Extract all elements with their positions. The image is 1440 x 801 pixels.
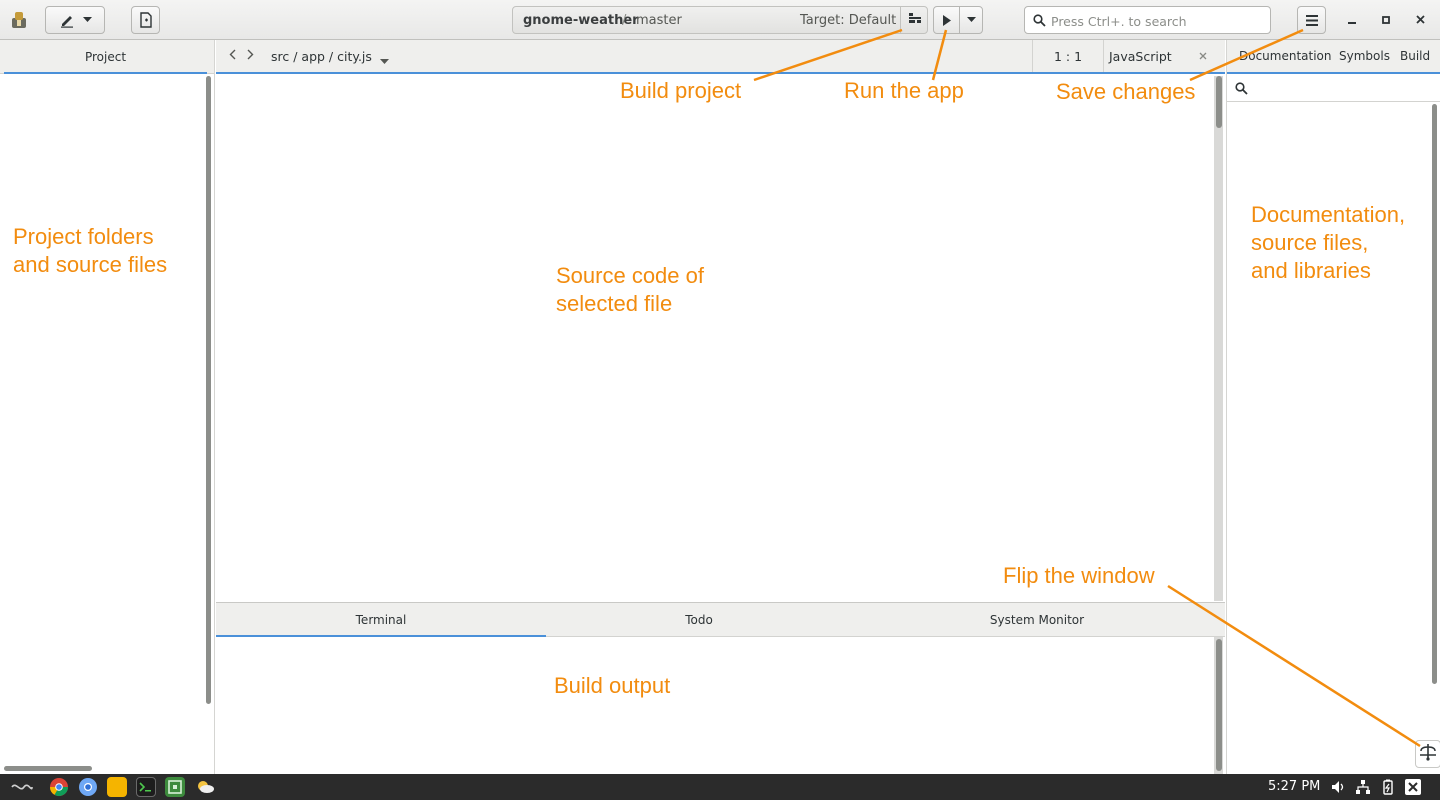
files-icon[interactable] <box>107 777 127 797</box>
annotation-source-code-1: Source code of <box>556 263 704 288</box>
tab-todo[interactable]: Todo <box>546 603 852 637</box>
minimize-button[interactable] <box>1342 10 1362 30</box>
tab-terminal[interactable]: Terminal <box>216 603 546 637</box>
tab-documentation[interactable]: Documentation <box>1239 49 1332 63</box>
bottom-tabbar: Terminal Todo System Monitor <box>216 603 1225 637</box>
flip-icon <box>1418 742 1438 766</box>
hamburger-menu-icon <box>1305 14 1318 26</box>
pencil-menu-button[interactable] <box>45 6 105 34</box>
system-taskbar: 5:27 PM <box>0 774 1440 800</box>
tab-build[interactable]: Build <box>1400 49 1430 63</box>
header-bar: gnome-weather / master Target: Default <box>0 0 1440 40</box>
project-sidebar: Project <box>0 40 215 774</box>
run-button[interactable] <box>933 6 960 34</box>
bottom-panel: Terminal Todo System Monitor <box>216 602 1225 775</box>
language-selector[interactable]: JavaScript <box>1109 49 1172 64</box>
documentation-scrollbar[interactable] <box>1432 104 1437 684</box>
annotation-documentation-2: source files, <box>1251 230 1369 255</box>
play-icon <box>942 14 952 26</box>
branch-name: master <box>636 13 682 28</box>
flip-window-button[interactable] <box>1415 740 1440 768</box>
build-icon <box>908 12 922 28</box>
file-path-breadcrumb[interactable]: src / app / city.js <box>271 49 372 64</box>
chevron-right-icon <box>247 49 254 64</box>
annotation-source-code-2: selected file <box>556 291 673 316</box>
project-horizontal-scrollbar[interactable] <box>4 766 92 771</box>
annotation-project-folders-2: and source files <box>13 252 168 277</box>
annotation-build-output: Build output <box>554 673 671 698</box>
global-search[interactable] <box>1024 6 1271 34</box>
close-icon <box>1415 13 1425 28</box>
nav-forward-button[interactable] <box>243 48 257 64</box>
main-menu-button[interactable] <box>1297 6 1326 34</box>
terminal-icon[interactable] <box>136 777 156 797</box>
app-logo-icon[interactable] <box>10 10 28 30</box>
editor-header: src / app / city.js 1 : 1 JavaScript <box>216 40 1225 74</box>
builder-icon[interactable] <box>165 777 185 797</box>
network-icon[interactable] <box>1355 779 1371 795</box>
launcher-icon[interactable] <box>10 777 34 797</box>
close-document-button[interactable] <box>1195 48 1211 64</box>
run-options-button[interactable] <box>959 6 983 34</box>
project-scrollbar[interactable] <box>206 76 211 704</box>
documentation-search[interactable] <box>1227 76 1440 102</box>
new-document-icon <box>139 12 153 28</box>
annotation-documentation-3: and libraries <box>1251 258 1371 283</box>
chrome-icon[interactable] <box>49 777 69 797</box>
chevron-down-icon <box>966 17 976 23</box>
right-tabbar: Documentation Symbols Build <box>1227 40 1440 74</box>
terminal-scrollbar[interactable] <box>1216 639 1222 771</box>
editor-scrollbar[interactable] <box>1216 76 1222 128</box>
tab-symbols[interactable]: Symbols <box>1339 49 1390 63</box>
chevron-left-icon <box>229 49 236 64</box>
annotation-run-app: Run the app <box>844 78 964 103</box>
annotation-build-project: Build project <box>620 78 742 103</box>
annotation-save-changes: Save changes <box>1056 79 1196 104</box>
annotation-documentation-1: Documentation, <box>1251 202 1406 227</box>
close-window-button[interactable] <box>1410 10 1430 30</box>
app-window: gnome-weather / master Target: Default P… <box>0 0 1440 800</box>
documentation-sidebar: Documentation Symbols Build <box>1226 40 1440 774</box>
close-icon <box>1199 49 1207 64</box>
minimize-icon <box>1348 13 1356 28</box>
cursor-position[interactable]: 1 : 1 <box>1032 40 1104 72</box>
search-input[interactable] <box>1051 12 1266 30</box>
volume-icon[interactable] <box>1330 779 1346 795</box>
tab-system-monitor[interactable]: System Monitor <box>852 603 1222 637</box>
pencil-icon <box>59 12 75 28</box>
documentation-search-input[interactable] <box>1253 80 1433 98</box>
build-button[interactable] <box>900 7 928 33</box>
clock[interactable]: 5:27 PM <box>1268 779 1320 794</box>
annotation-flip-window: Flip the window <box>1003 563 1155 588</box>
project-tabbar: Project <box>0 40 214 74</box>
battery-icon[interactable] <box>1380 779 1396 795</box>
new-document-button[interactable] <box>131 6 160 34</box>
chevron-down-icon[interactable] <box>380 54 389 69</box>
notifications-icon[interactable] <box>1405 779 1421 795</box>
nav-back-button[interactable] <box>225 48 239 64</box>
tab-project[interactable]: Project <box>4 40 207 74</box>
chevron-down-icon <box>82 17 92 23</box>
source-editor[interactable]: src / app / city.js 1 : 1 JavaScript <box>216 40 1225 602</box>
branch-separator: / <box>622 13 627 28</box>
editor-scroll-track <box>1214 76 1223 601</box>
weather-icon[interactable] <box>195 777 215 797</box>
maximize-button[interactable] <box>1376 10 1396 30</box>
build-target-label: Target: Default <box>800 13 897 28</box>
build-target-combo[interactable]: gnome-weather / master Target: Default <box>512 6 928 34</box>
chromium-icon[interactable] <box>78 777 98 797</box>
annotation-project-folders-1: Project folders <box>13 224 154 249</box>
maximize-icon <box>1382 13 1390 28</box>
